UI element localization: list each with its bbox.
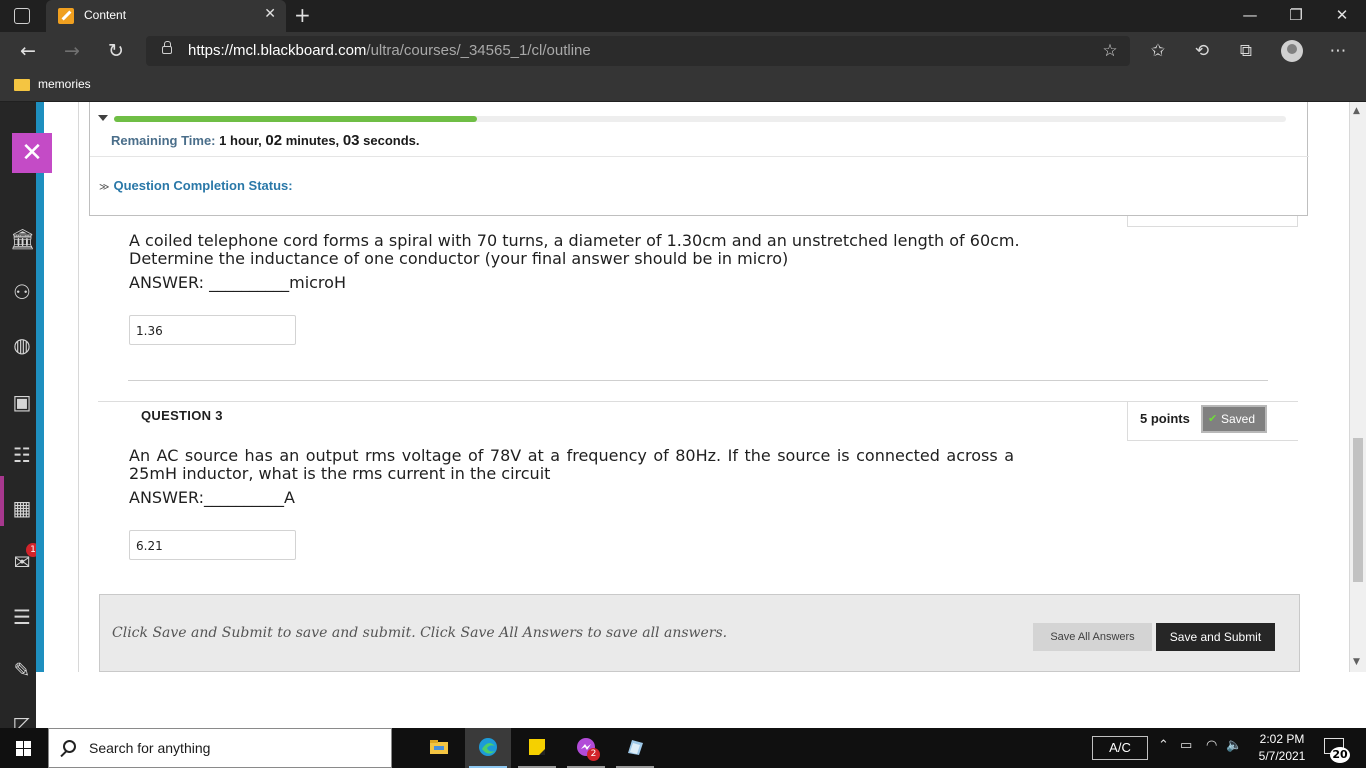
tab-title: Content <box>84 8 127 22</box>
rail-active-indicator <box>0 476 4 526</box>
url-text[interactable]: https://mcl.blackboard.com/ultra/courses… <box>188 42 591 59</box>
blackboard-favicon-icon <box>58 8 74 24</box>
lock-icon[interactable] <box>162 41 172 54</box>
folder-icon <box>14 79 30 91</box>
forward-icon[interactable]: → <box>60 40 84 62</box>
sticky-notes-app[interactable] <box>514 728 560 768</box>
chevron-down-icon: ≫ <box>99 182 110 193</box>
test-content: Remaining Time: 1 hour, 02 minutes, 03 s… <box>44 102 1350 672</box>
favorites-bar: memories <box>0 70 1366 102</box>
submit-panel: Click Save and Submit to save and submit… <box>99 594 1300 672</box>
question-2-answer-input[interactable]: 1.36 <box>129 315 296 345</box>
calendar-icon[interactable]: ▦ <box>10 496 34 520</box>
taskbar-search[interactable]: Search for anything <box>48 728 392 768</box>
courses-icon[interactable]: ▣ <box>10 390 34 414</box>
question-3-answer-input[interactable]: 6.21 <box>129 530 296 560</box>
save-all-answers-button[interactable]: Save All Answers <box>1033 623 1152 651</box>
minimize-icon[interactable]: — <box>1230 4 1270 28</box>
sticky-notes-icon <box>529 739 545 755</box>
rail-accent-bar <box>36 102 44 672</box>
scrollbar-thumb[interactable] <box>1353 438 1363 582</box>
time-progress-bar <box>114 116 1286 122</box>
profile-icon[interactable] <box>1281 40 1303 62</box>
address-bar[interactable]: https://mcl.blackboard.com/ultra/courses… <box>146 36 1130 66</box>
messenger-badge: 2 <box>587 748 600 761</box>
window-close-icon[interactable]: ✕ <box>1322 4 1362 28</box>
notification-count: 20 <box>1330 747 1350 763</box>
grades-icon[interactable]: ☰ <box>10 605 34 629</box>
close-panel-button[interactable]: ✕ <box>12 133 52 173</box>
question-3-points-box: 5 points ✔ Saved <box>1127 401 1298 441</box>
edge-app[interactable] <box>465 728 511 768</box>
timer-panel: Remaining Time: 1 hour, 02 minutes, 03 s… <box>89 102 1309 216</box>
groups-icon[interactable]: ☷ <box>10 443 34 467</box>
question-separator <box>98 401 1298 402</box>
favorites-icon[interactable]: ✩ <box>1146 40 1170 62</box>
question-3-title: QUESTION 3 <box>141 408 223 423</box>
browser-titlebar: Content ✕ + — ❐ ✕ <box>0 0 1366 32</box>
system-clock[interactable]: 2:02 PM 5/7/2021 <box>1254 731 1310 765</box>
time-progress-fill <box>114 116 478 122</box>
file-explorer-icon <box>430 740 448 754</box>
collapse-timer-icon[interactable] <box>98 115 108 121</box>
collections-icon[interactable]: ⧉ <box>1234 40 1258 62</box>
wifi-icon[interactable]: ◠ <box>1206 738 1217 753</box>
question-completion-status-toggle[interactable]: ≫ Question Completion Status: <box>99 178 293 193</box>
more-icon[interactable]: ⋯ <box>1326 40 1350 62</box>
scroll-down-icon[interactable]: ▼ <box>1353 657 1360 667</box>
question-divider <box>128 380 1268 381</box>
institution-icon[interactable]: 🏛 <box>10 227 35 251</box>
add-favorite-icon[interactable]: ☆ <box>1098 40 1122 62</box>
save-and-submit-button[interactable]: Save and Submit <box>1156 623 1275 651</box>
ac-indicator[interactable]: A/C <box>1092 736 1148 760</box>
battery-icon[interactable]: ▭ <box>1180 738 1192 753</box>
panel-divider <box>90 156 1309 157</box>
restore-icon[interactable]: ❐ <box>1276 4 1316 28</box>
remaining-time: Remaining Time: 1 hour, 02 minutes, 03 s… <box>111 132 420 149</box>
question-3-points: 5 points <box>1140 411 1190 426</box>
refresh-icon[interactable]: ↻ <box>104 40 128 62</box>
favorite-memories[interactable]: memories <box>38 77 91 91</box>
blackboard-nav-rail: 🏛 ⚇ ◍ ▣ ☷ ▦ ✉ ☰ ✎ ◸ <box>0 102 36 728</box>
globe-icon[interactable]: ◍ <box>10 333 34 357</box>
tab-close-icon[interactable]: ✕ <box>264 6 276 22</box>
page-scrollbar[interactable]: ▲ ▼ <box>1350 102 1366 672</box>
edge-icon <box>479 738 497 756</box>
question-2-text: A coiled telephone cord forms a spiral w… <box>129 231 1020 268</box>
volume-icon[interactable]: 🔈 <box>1226 738 1242 753</box>
question-3-answer-prompt: ANSWER:__________A <box>129 488 295 507</box>
submit-instructions: Click Save and Submit to save and submit… <box>112 625 728 641</box>
scroll-up-icon[interactable]: ▲ <box>1353 106 1360 116</box>
notepad-icon <box>628 740 643 755</box>
browser-tab-content[interactable]: Content ✕ <box>46 0 286 32</box>
tools-icon[interactable]: ✎ <box>10 658 34 682</box>
windows-taskbar: Search for anything 2 A/C ⌃ ▭ ◠ 🔈 2:02 P… <box>0 728 1366 768</box>
history-icon[interactable]: ⟲ <box>1190 40 1214 62</box>
messenger-app[interactable]: 2 <box>563 728 609 768</box>
new-tab-icon[interactable]: + <box>294 3 311 27</box>
search-icon <box>63 740 76 753</box>
profile-icon[interactable]: ⚇ <box>10 280 34 304</box>
chevron-up-icon[interactable]: ⌃ <box>1158 738 1169 753</box>
back-icon[interactable]: ← <box>16 40 40 62</box>
tab-actions-icon[interactable] <box>14 8 30 24</box>
saved-badge: ✔ Saved <box>1201 405 1267 433</box>
search-placeholder[interactable]: Search for anything <box>89 740 210 756</box>
windows-start-icon[interactable] <box>16 741 31 756</box>
file-explorer-app[interactable] <box>416 728 462 768</box>
question-3-text: An AC source has an output rms voltage o… <box>129 446 1014 483</box>
notepad-app[interactable] <box>612 728 658 768</box>
question-2-answer-prompt: ANSWER: __________microH <box>129 273 346 292</box>
check-icon: ✔ <box>1208 413 1218 425</box>
browser-toolbar: ← → ↻ https://mcl.blackboard.com/ultra/c… <box>0 32 1366 70</box>
tools-icon-2[interactable]: ◸ <box>10 712 34 728</box>
